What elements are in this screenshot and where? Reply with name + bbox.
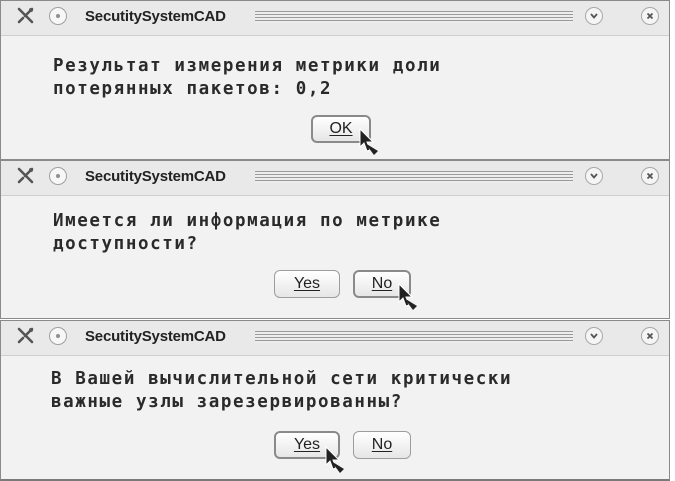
window-title: SecutitySystemCAD — [85, 328, 226, 345]
titlebar[interactable]: SecutitySystemCAD — [1, 161, 669, 196]
window-menu-icon[interactable] — [15, 325, 37, 347]
chevron-down-icon[interactable] — [585, 327, 603, 345]
no-button-label: No — [371, 275, 393, 292]
window-menu-icon[interactable] — [15, 165, 37, 187]
yes-button[interactable]: Yes — [274, 270, 340, 298]
titlebar-grip[interactable] — [255, 171, 573, 183]
message-line: В Вашей вычислительной сети критически — [51, 369, 513, 389]
hand-pointer-icon — [325, 445, 344, 473]
window-title: SecutitySystemCAD — [85, 8, 226, 25]
titlebar[interactable]: SecutitySystemCAD — [1, 321, 669, 356]
hand-pointer-icon — [398, 282, 417, 310]
window-menu-icon[interactable] — [15, 5, 37, 27]
chevron-down-icon[interactable] — [585, 7, 603, 25]
hand-pointer-icon — [359, 127, 378, 155]
measurement-result-dialog: SecutitySystemCAD Результат измерения ме… — [0, 0, 670, 160]
close-icon[interactable] — [641, 7, 659, 25]
pin-icon[interactable] — [49, 167, 67, 185]
availability-question-dialog: SecutitySystemCAD Имеется ли информация … — [0, 160, 670, 319]
message-line: Результат измерения метрики доли — [53, 56, 442, 76]
no-button[interactable]: No — [353, 431, 411, 459]
message-line: Имеется ли информация по метрике — [53, 211, 442, 231]
pin-icon[interactable] — [49, 7, 67, 25]
message-line: потерянных пакетов: 0,2 — [53, 79, 333, 99]
message-line: доступности? — [53, 234, 199, 254]
titlebar-grip[interactable] — [255, 331, 573, 343]
dialog-message: В Вашей вычислительной сети критически в… — [51, 368, 631, 414]
dialog-message: Результат измерения метрики доли потерян… — [53, 55, 633, 101]
yes-button-label: Yes — [293, 275, 321, 292]
titlebar-grip[interactable] — [255, 11, 573, 23]
window-title: SecutitySystemCAD — [85, 168, 226, 185]
dialog-message: Имеется ли информация по метрике доступн… — [53, 210, 633, 256]
yes-button-label: Yes — [293, 436, 321, 453]
chevron-down-icon[interactable] — [585, 167, 603, 185]
no-button-label: No — [371, 436, 393, 453]
close-icon[interactable] — [641, 327, 659, 345]
pin-icon[interactable] — [49, 327, 67, 345]
message-line: важные узлы зарезервированны? — [51, 392, 403, 412]
close-icon[interactable] — [641, 167, 659, 185]
titlebar[interactable]: SecutitySystemCAD — [1, 1, 669, 36]
redundancy-question-dialog: SecutitySystemCAD В Вашей вычислительной… — [0, 320, 670, 481]
ok-button-label: OK — [329, 120, 353, 137]
